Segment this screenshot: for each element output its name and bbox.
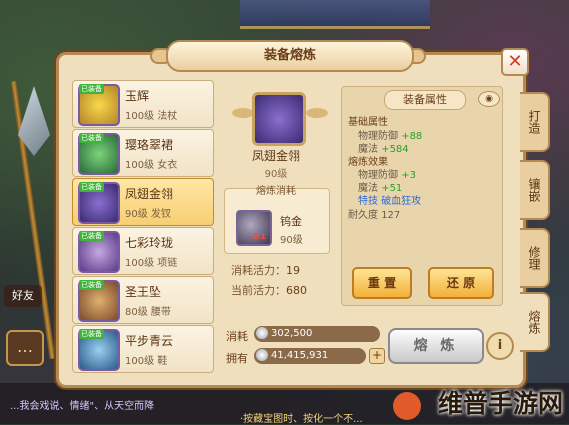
equipped-tag: 已装备 [79,84,104,94]
consume-label: 消耗 [226,330,248,343]
list-item[interactable]: 已装备 璎珞翠裙 100级 女衣 [72,129,214,177]
tab-repair[interactable]: 修理 [520,228,550,288]
ore-level: 90级 [280,235,303,246]
leaf-ornament-right [306,108,328,118]
site-logo [393,392,421,420]
refine-button[interactable]: 熔 炼 [388,328,484,364]
item-name: 平步青云 [125,334,174,348]
tab-forge[interactable]: 打造 [520,92,550,152]
own-amount: 41,415,931 [254,348,366,364]
attributes-header: 装备属性 [384,90,466,110]
chat-icon[interactable]: … [6,330,44,366]
watermark: 维普手游网 [437,389,563,418]
eye-icon[interactable]: ◉ [478,91,500,107]
list-item[interactable]: 已装备 平步青云 100级 鞋 [72,325,214,373]
window-title: 装备熔炼 [166,40,414,72]
tab-inlay[interactable]: 镶嵌 [520,160,550,220]
belt-icon: 已装备 [78,280,120,322]
equipped-tag: 已装备 [79,182,104,192]
leaf-ornament-left [232,108,254,118]
list-item[interactable]: 已装备 七彩玲珑 100级 项链 [72,227,214,275]
base-attr-title: 基础属性 [348,117,388,128]
reset-button[interactable]: 重 置 [352,267,412,299]
necklace-icon: 已装备 [78,231,120,273]
info-button[interactable]: i [486,332,514,360]
friends-badge[interactable]: 好友 [4,285,42,307]
chat-line: ·按藏宝图时、按化一个不... [240,414,363,425]
item-name: 玉辉 [125,89,150,103]
staff-icon: 已装备 [78,84,120,126]
equipped-tag: 已装备 [79,133,104,143]
vitality-current: 当前活力：680 [231,284,307,297]
tab-refine[interactable]: 熔炼 [520,292,550,352]
equipment-list: 已装备 玉辉 100级 法杖 已装备 璎珞翠裙 100级 女衣 已装备 凤翅金翎… [64,72,214,373]
item-name: 七彩玲珑 [125,236,174,250]
item-meta: 90级 发钗 [125,209,171,220]
skill-row: 特技 破血狂攻 [358,196,422,207]
equipped-tag: 已装备 [79,329,104,339]
list-item[interactable]: 已装备 玉辉 100级 法杖 [72,80,214,128]
shoes-icon: 已装备 [78,329,120,371]
own-label: 拥有 [226,352,248,365]
restore-button[interactable]: 还 原 [428,267,494,299]
item-meta: 100级 项链 [125,258,178,269]
hairpin-icon [252,92,306,146]
silver-coin-icon [256,327,268,339]
list-item-selected[interactable]: 已装备 凤翅金翎 90级 发钗 [72,178,214,226]
building-roof [240,0,430,29]
durability-row: 耐久度 127 [348,210,401,221]
item-meta: 100级 鞋 [125,356,168,367]
chat-line: ...我会戏说、情绪"、从天空而降 [10,401,155,412]
item-name: 凤翅金翎 [125,187,174,201]
ore-count: 0/1 [252,232,267,241]
vitality-cost: 消耗活力：19 [231,264,300,277]
ore-name: 钨金 [280,215,302,228]
item-meta: 100级 法杖 [125,111,178,122]
list-item[interactable]: 已装备 圣王坠 80级 腰带 [72,276,214,324]
item-meta: 100级 女衣 [125,160,178,171]
equipped-tag: 已装备 [79,231,104,241]
consume-amount: 302,500 [254,326,380,342]
hairpin-icon: 已装备 [78,182,120,224]
item-name: 璎珞翠裙 [125,138,174,152]
equipped-tag: 已装备 [79,280,104,290]
equip-level: 90级 [264,169,288,180]
close-button[interactable]: ✕ [501,48,529,76]
silver-coin-icon [256,349,268,361]
cost-header: 熔炼消耗 [256,186,296,197]
robe-icon: 已装备 [78,133,120,175]
item-name: 圣王坠 [125,285,162,299]
add-currency-button[interactable]: + [369,348,385,364]
item-meta: 80级 腰带 [125,307,171,318]
equip-name: 凤翅金翎 [251,149,300,163]
